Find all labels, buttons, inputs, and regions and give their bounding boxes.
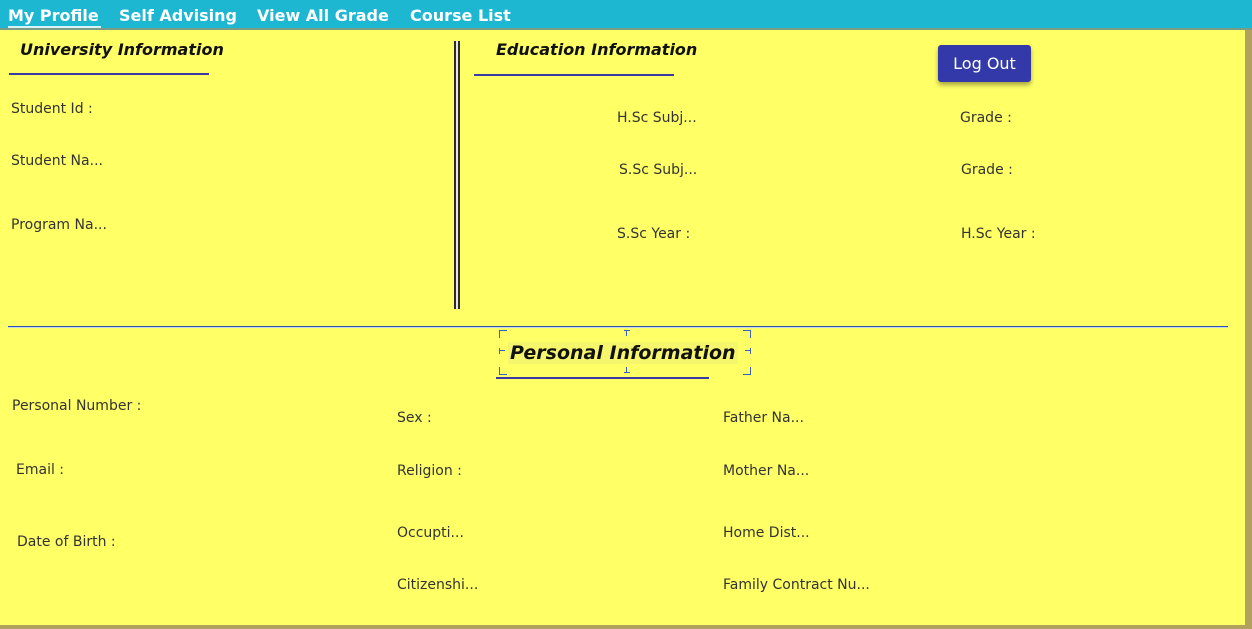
home-district-label: Home Dist...: [723, 525, 810, 541]
selection-handle-middle-left[interactable]: [499, 348, 505, 354]
personal-title-underline: [496, 377, 709, 379]
horizontal-separator: [8, 326, 1228, 328]
mother-name-label: Mother Na...: [723, 463, 810, 479]
menu-item-course-list[interactable]: Course List: [410, 6, 511, 25]
selection-handle-top-left[interactable]: [499, 330, 507, 338]
religion-label: Religion :: [397, 463, 462, 479]
occupation-label: Occupti...: [397, 525, 464, 541]
selection-handle-middle-right[interactable]: [745, 348, 751, 354]
selection-handle-bottom-left[interactable]: [499, 367, 507, 375]
selection-handle-bottom-middle[interactable]: [624, 367, 630, 373]
profile-panel: [0, 0, 1245, 625]
citizenship-label: Citizenshi...: [397, 577, 479, 593]
logout-button[interactable]: Log Out: [938, 45, 1031, 82]
personal-number-label: Personal Number :: [12, 398, 142, 414]
family-contact-label: Family Contract Nu...: [723, 577, 870, 593]
selection-handle-top-middle[interactable]: [624, 330, 630, 336]
ssc-grade-label: Grade :: [961, 162, 1013, 178]
university-title-underline: [9, 73, 209, 75]
menu-bar: My Profile Self Advising View All Grade …: [0, 0, 1252, 30]
hsc-grade-label: Grade :: [960, 110, 1012, 126]
father-name-label: Father Na...: [723, 410, 804, 426]
sex-label: Sex :: [397, 410, 432, 426]
university-info-title: University Information: [20, 40, 224, 59]
date-of-birth-label: Date of Birth :: [17, 534, 116, 550]
program-name-label: Program Na...: [11, 217, 107, 233]
education-info-title: Education Information: [496, 40, 698, 59]
menu-item-my-profile[interactable]: My Profile: [8, 6, 101, 28]
hsc-subject-label: H.Sc Subj...: [617, 110, 697, 126]
hsc-year-label: H.Sc Year :: [961, 226, 1036, 242]
student-id-label: Student Id :: [11, 101, 93, 117]
selection-handle-top-right[interactable]: [743, 330, 751, 338]
student-name-label: Student Na...: [11, 153, 103, 169]
email-label: Email :: [16, 462, 65, 478]
vertical-separator: [454, 41, 460, 309]
personal-info-title[interactable]: Personal Information: [508, 342, 738, 364]
ssc-subject-label: S.Sc Subj...: [619, 162, 698, 178]
education-title-underline: [474, 74, 674, 76]
ssc-year-label: S.Sc Year :: [617, 226, 691, 242]
menu-item-view-all-grade[interactable]: View All Grade: [257, 6, 389, 25]
selection-handle-bottom-right[interactable]: [743, 367, 751, 375]
menu-item-self-advising[interactable]: Self Advising: [119, 6, 237, 25]
